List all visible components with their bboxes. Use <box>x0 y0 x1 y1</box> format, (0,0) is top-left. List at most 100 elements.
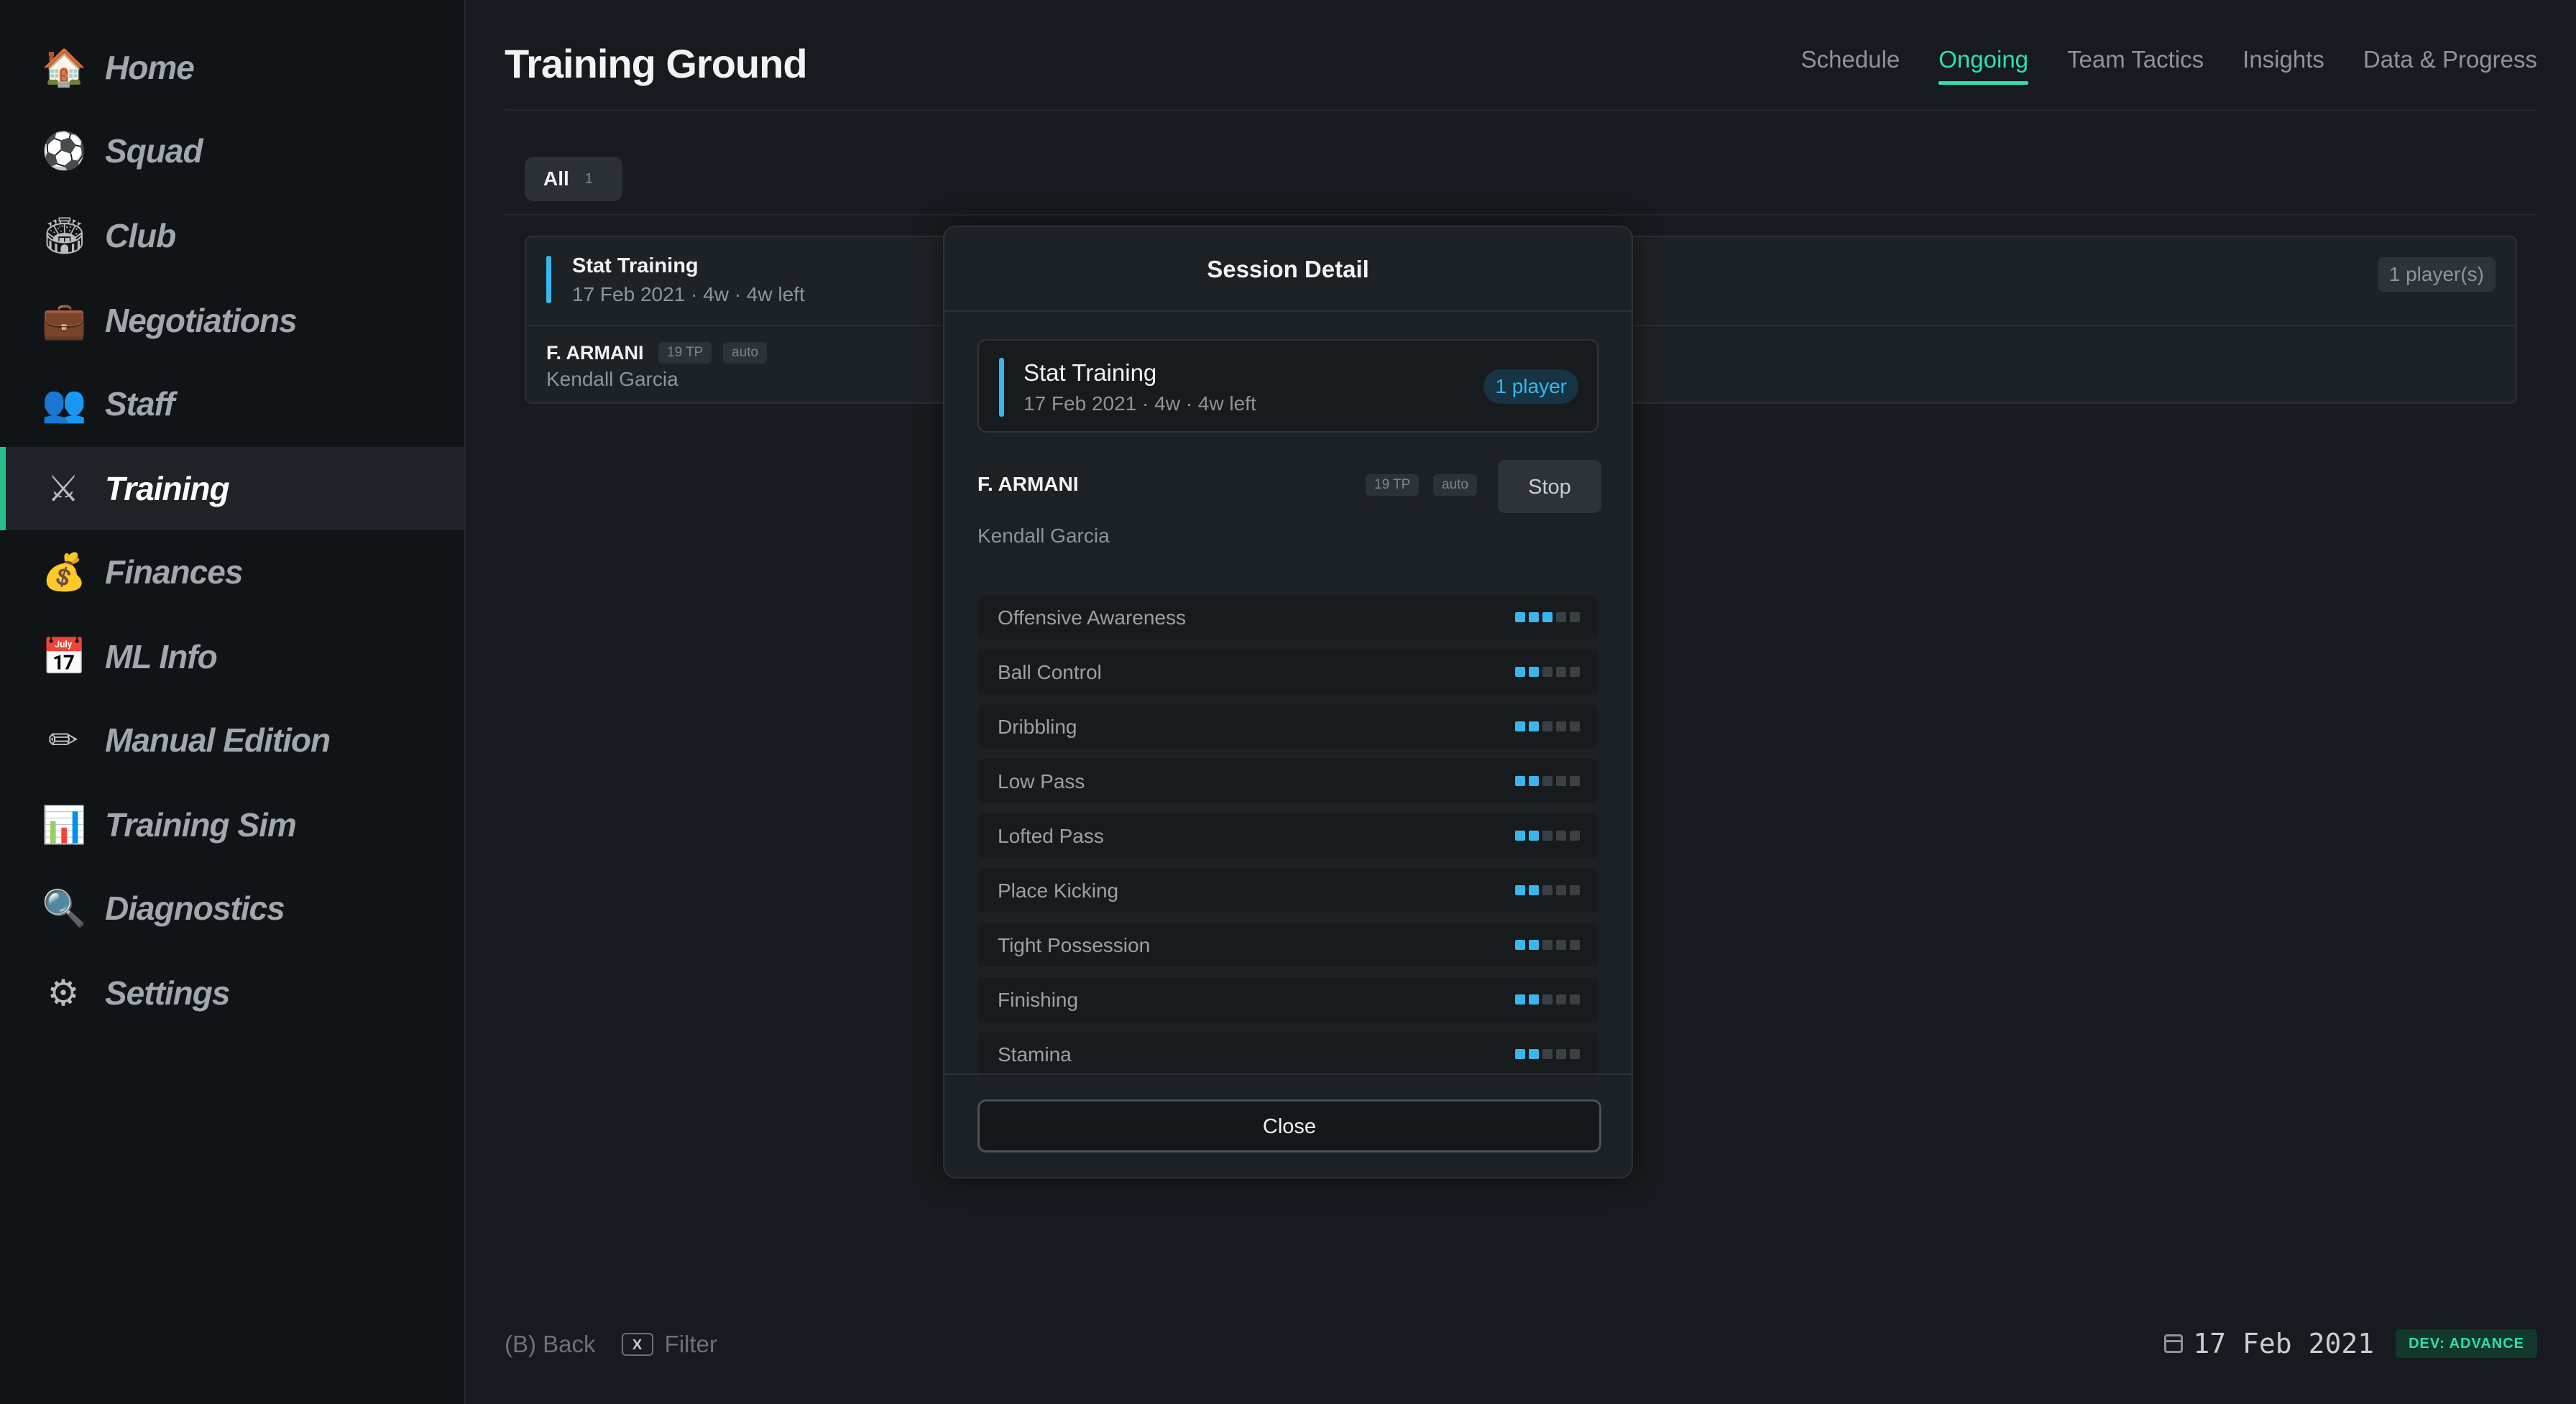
modal-session-summary: Stat Training 17 Feb 2021 · 4w · 4w left… <box>978 339 1598 433</box>
sidebar-item-manual-edition[interactable]: ✏ Manual Edition <box>0 698 464 782</box>
modal-footer-divider <box>944 1073 1632 1075</box>
stat-level-indicator <box>1515 667 1580 677</box>
stat-row: Ball Control <box>978 650 1598 694</box>
sidebar-item-label: Finances <box>105 553 243 591</box>
close-button[interactable]: Close <box>978 1099 1601 1153</box>
stadium-icon: 🏟 <box>42 215 88 257</box>
sidebar-item-label: Training Sim <box>105 806 297 844</box>
modal-header-divider <box>944 310 1632 312</box>
calendar-icon <box>2164 1334 2184 1353</box>
sidebar-item-staff[interactable]: 👥 Staff <box>0 362 464 445</box>
stat-level-indicator <box>1515 612 1580 622</box>
header-divider <box>505 109 2537 111</box>
stat-level-indicator <box>1515 885 1580 895</box>
filter-divider <box>505 214 2537 216</box>
stat-label: Low Pass <box>998 770 1085 793</box>
stat-dot-empty <box>1570 940 1580 950</box>
stat-row: Offensive Awareness <box>978 595 1598 639</box>
sidebar-item-label: Negotiations <box>105 302 298 339</box>
pencil-icon: ✏ <box>48 719 78 761</box>
back-hint-label: (B) Back <box>505 1331 596 1357</box>
filter-chip-all[interactable]: All 1 <box>525 157 622 201</box>
stat-dot-filled <box>1529 940 1539 950</box>
tab-insights[interactable]: Insights <box>2242 46 2324 85</box>
sidebar-item-club[interactable]: 🏟 Club <box>0 194 464 277</box>
stat-dot-filled <box>1542 612 1552 622</box>
stat-dot-empty <box>1556 721 1566 731</box>
sidebar-item-home[interactable]: 🏠 Home <box>0 26 464 109</box>
house-icon: 🏠 <box>42 47 87 88</box>
sidebar-item-label: Club <box>105 217 176 254</box>
player-count-badge: 1 player <box>1484 369 1578 404</box>
app-window: 🏠 Home ⚽ Squad 🏟 Club 💼 Negotiations 👥 S… <box>0 0 2576 1404</box>
sidebar-item-label: Squad <box>105 132 203 170</box>
session-meta: 17 Feb 2021 · 4w · 4w left <box>572 283 805 305</box>
stat-dot-empty <box>1542 885 1552 895</box>
tab-team-tactics[interactable]: Team Tactics <box>2067 46 2204 85</box>
stat-dot-empty <box>1556 612 1566 622</box>
sidebar-item-squad[interactable]: ⚽ Squad <box>0 109 464 193</box>
stat-dot-empty <box>1556 667 1566 677</box>
stat-row: Lofted Pass <box>978 813 1598 858</box>
sidebar-item-label: Settings <box>105 974 230 1012</box>
footer-hints: (B) Back X Filter <box>505 1331 717 1358</box>
sidebar-item-ml-info[interactable]: 📅 ML Info <box>0 615 464 698</box>
stat-dot-empty <box>1556 885 1566 895</box>
stat-label: Offensive Awareness <box>998 606 1187 629</box>
modal-auto-tag: auto <box>1433 474 1477 496</box>
stat-dot-filled <box>1529 776 1539 786</box>
stat-label: Tight Possession <box>998 934 1151 956</box>
tab-ongoing[interactable]: Ongoing <box>1938 46 2028 85</box>
stat-label: Finishing <box>998 989 1079 1011</box>
stat-dot-empty <box>1570 1049 1580 1059</box>
filter-hint[interactable]: X Filter <box>621 1331 717 1358</box>
stat-dot-empty <box>1570 831 1580 841</box>
tab-data-progress[interactable]: Data & Progress <box>2363 46 2537 85</box>
modal-title: Session Detail <box>1207 256 1369 282</box>
sidebar-item-label: Diagnostics <box>105 890 285 927</box>
stat-dot-empty <box>1542 667 1552 677</box>
stat-row: Stamina <box>978 1032 1598 1076</box>
stat-dot-empty <box>1556 1049 1566 1059</box>
session-title: Stat Training <box>572 254 699 277</box>
modal-session-meta: 17 Feb 2021 · 4w · 4w left <box>1024 392 1256 415</box>
sidebar-item-training[interactable]: ⚔ Training <box>0 447 464 530</box>
stat-dot-filled <box>1529 885 1539 895</box>
stop-button[interactable]: Stop <box>1498 460 1601 513</box>
stat-row: Tight Possession <box>978 923 1598 967</box>
stat-dot-filled <box>1515 667 1525 677</box>
sidebar-item-finances[interactable]: 💰 Finances <box>0 530 464 614</box>
soccer-ball-icon: ⚽ <box>42 130 87 172</box>
date-text: 17 Feb 2021 <box>2193 1328 2375 1359</box>
tab-schedule[interactable]: Schedule <box>1801 46 1900 85</box>
stat-dot-empty <box>1570 885 1580 895</box>
sidebar-item-diagnostics[interactable]: 🔍 Diagnostics <box>0 867 464 950</box>
sidebar-item-label: Home <box>105 49 195 86</box>
stat-label: Place Kicking <box>998 879 1119 902</box>
back-hint[interactable]: (B) Back <box>505 1331 596 1358</box>
sidebar-item-settings[interactable]: ⚙ Settings <box>0 951 464 1035</box>
stat-dot-filled <box>1515 994 1525 1004</box>
footer-status: 17 Feb 2021 DEV: ADVANCE <box>2164 1328 2537 1359</box>
modal-session-title: Stat Training <box>1024 359 1157 386</box>
sidebar-item-label: Training <box>105 470 230 507</box>
sidebar-item-training-sim[interactable]: 📊 Training Sim <box>0 783 464 867</box>
stat-dot-filled <box>1529 612 1539 622</box>
stat-label: Dribbling <box>998 716 1077 738</box>
modal-coach-name: Kendall Garcia <box>978 525 1110 547</box>
stat-level-indicator <box>1515 831 1580 841</box>
stat-label: Lofted Pass <box>998 825 1104 847</box>
stat-dot-filled <box>1529 1049 1539 1059</box>
stat-dot-empty <box>1542 994 1552 1004</box>
stat-dot-empty <box>1542 940 1552 950</box>
sidebar-item-negotiations[interactable]: 💼 Negotiations <box>0 279 464 362</box>
people-icon: 👥 <box>42 383 87 425</box>
stat-level-indicator <box>1515 940 1580 950</box>
session-detail-modal: Session Detail Stat Training 17 Feb 2021… <box>943 226 1633 1178</box>
stat-dot-filled <box>1515 776 1525 786</box>
magnifier-icon: 🔍 <box>42 887 87 929</box>
stat-dot-empty <box>1556 994 1566 1004</box>
stat-dot-empty <box>1542 831 1552 841</box>
money-bag-icon: 💰 <box>42 551 87 593</box>
stat-dot-empty <box>1542 1049 1552 1059</box>
